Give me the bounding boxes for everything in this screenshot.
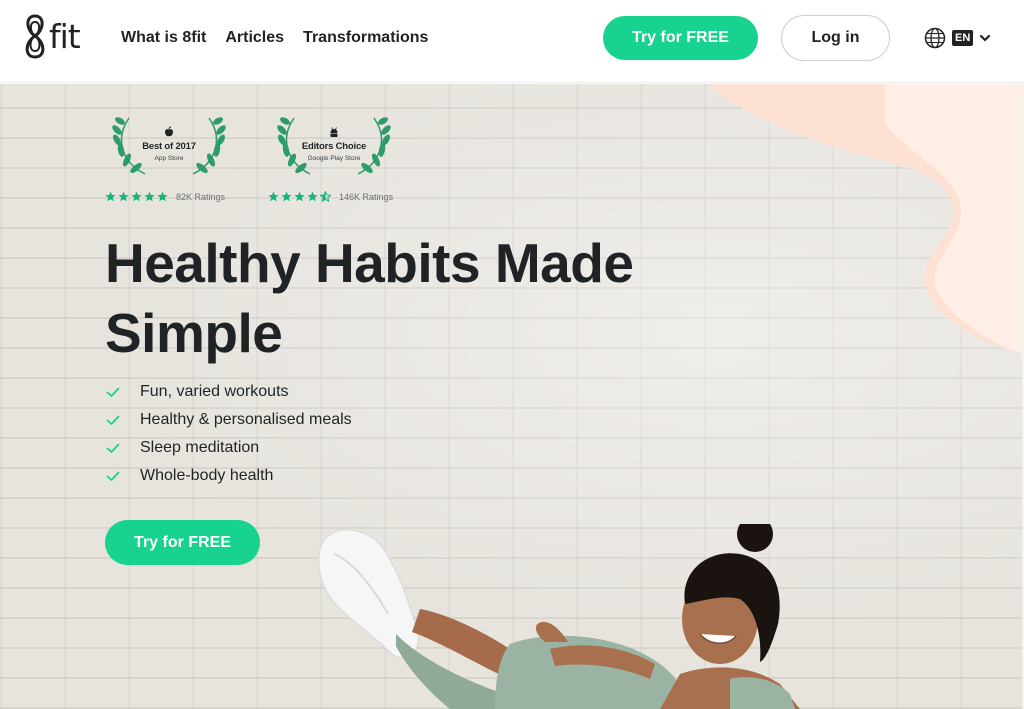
site-header: fit What is 8fit Articles Transformation… [0, 0, 1024, 83]
star-icon [144, 191, 155, 202]
chevron-down-icon [980, 34, 991, 42]
star-icon [307, 191, 318, 202]
badge-title: Editors Choice [301, 141, 367, 152]
star-icon [118, 191, 129, 202]
star-icon [131, 191, 142, 202]
logo-eight-icon [25, 14, 45, 59]
hero-photo-woman-exercising [317, 524, 800, 709]
feature-text: Sleep meditation [140, 439, 260, 456]
hero-headline: Healthy Habits Made Simple [105, 232, 634, 364]
rating-count: 82K Ratings [176, 191, 226, 202]
star-icon [281, 191, 292, 202]
checkmark-icon [106, 387, 120, 397]
feature-list: Fun, varied workouts Healthy & personali… [106, 378, 352, 490]
badge-subtitle: Google Play Store [307, 155, 361, 162]
main-nav: What is 8fit Articles Transformations [121, 28, 428, 48]
nav-articles[interactable]: Articles [225, 28, 284, 48]
star-half-icon [320, 191, 331, 202]
feature-text: Whole-body health [140, 467, 274, 484]
8fit-logo[interactable]: fit [22, 11, 88, 61]
rating-google-play: 146K Ratings [268, 191, 393, 202]
checkmark-icon [106, 471, 120, 481]
star-icon [294, 191, 305, 202]
checkmark-icon [106, 415, 120, 425]
star-icon [268, 191, 279, 202]
globe-icon [924, 27, 946, 49]
logo-text: fit [49, 16, 81, 56]
feature-text: Healthy & personalised meals [140, 411, 352, 428]
badge-subtitle: App Store [154, 155, 184, 162]
star-icon [105, 191, 116, 202]
feature-item: Sleep meditation [106, 434, 352, 462]
checkmark-icon [106, 443, 120, 453]
badge-title: Best of 2017 [142, 141, 196, 152]
language-selector[interactable]: EN [924, 26, 991, 50]
log-in-button[interactable]: Log in [781, 15, 890, 61]
hero-section: Best of 2017 App Store 82K Ratings Edito… [0, 84, 1022, 709]
peach-blob-shape [710, 84, 1022, 354]
award-badge-google-play: Editors Choice Google Play Store [272, 110, 396, 182]
android-icon [330, 127, 338, 137]
feature-item: Whole-body health [106, 462, 352, 490]
feature-text: Fun, varied workouts [140, 383, 289, 400]
try-for-free-header-button[interactable]: Try for FREE [603, 16, 758, 60]
feature-item: Healthy & personalised meals [106, 406, 352, 434]
feature-item: Fun, varied workouts [106, 378, 352, 406]
language-code: EN [952, 30, 974, 46]
apple-icon [165, 126, 173, 137]
rating-count: 146K Ratings [339, 191, 394, 202]
star-icon [157, 191, 168, 202]
award-badge-app-store: Best of 2017 App Store [107, 110, 231, 182]
try-for-free-hero-button[interactable]: Try for FREE [105, 520, 260, 565]
nav-transformations[interactable]: Transformations [303, 28, 428, 48]
rating-app-store: 82K Ratings [105, 191, 225, 202]
nav-what-is-8fit[interactable]: What is 8fit [121, 28, 206, 48]
